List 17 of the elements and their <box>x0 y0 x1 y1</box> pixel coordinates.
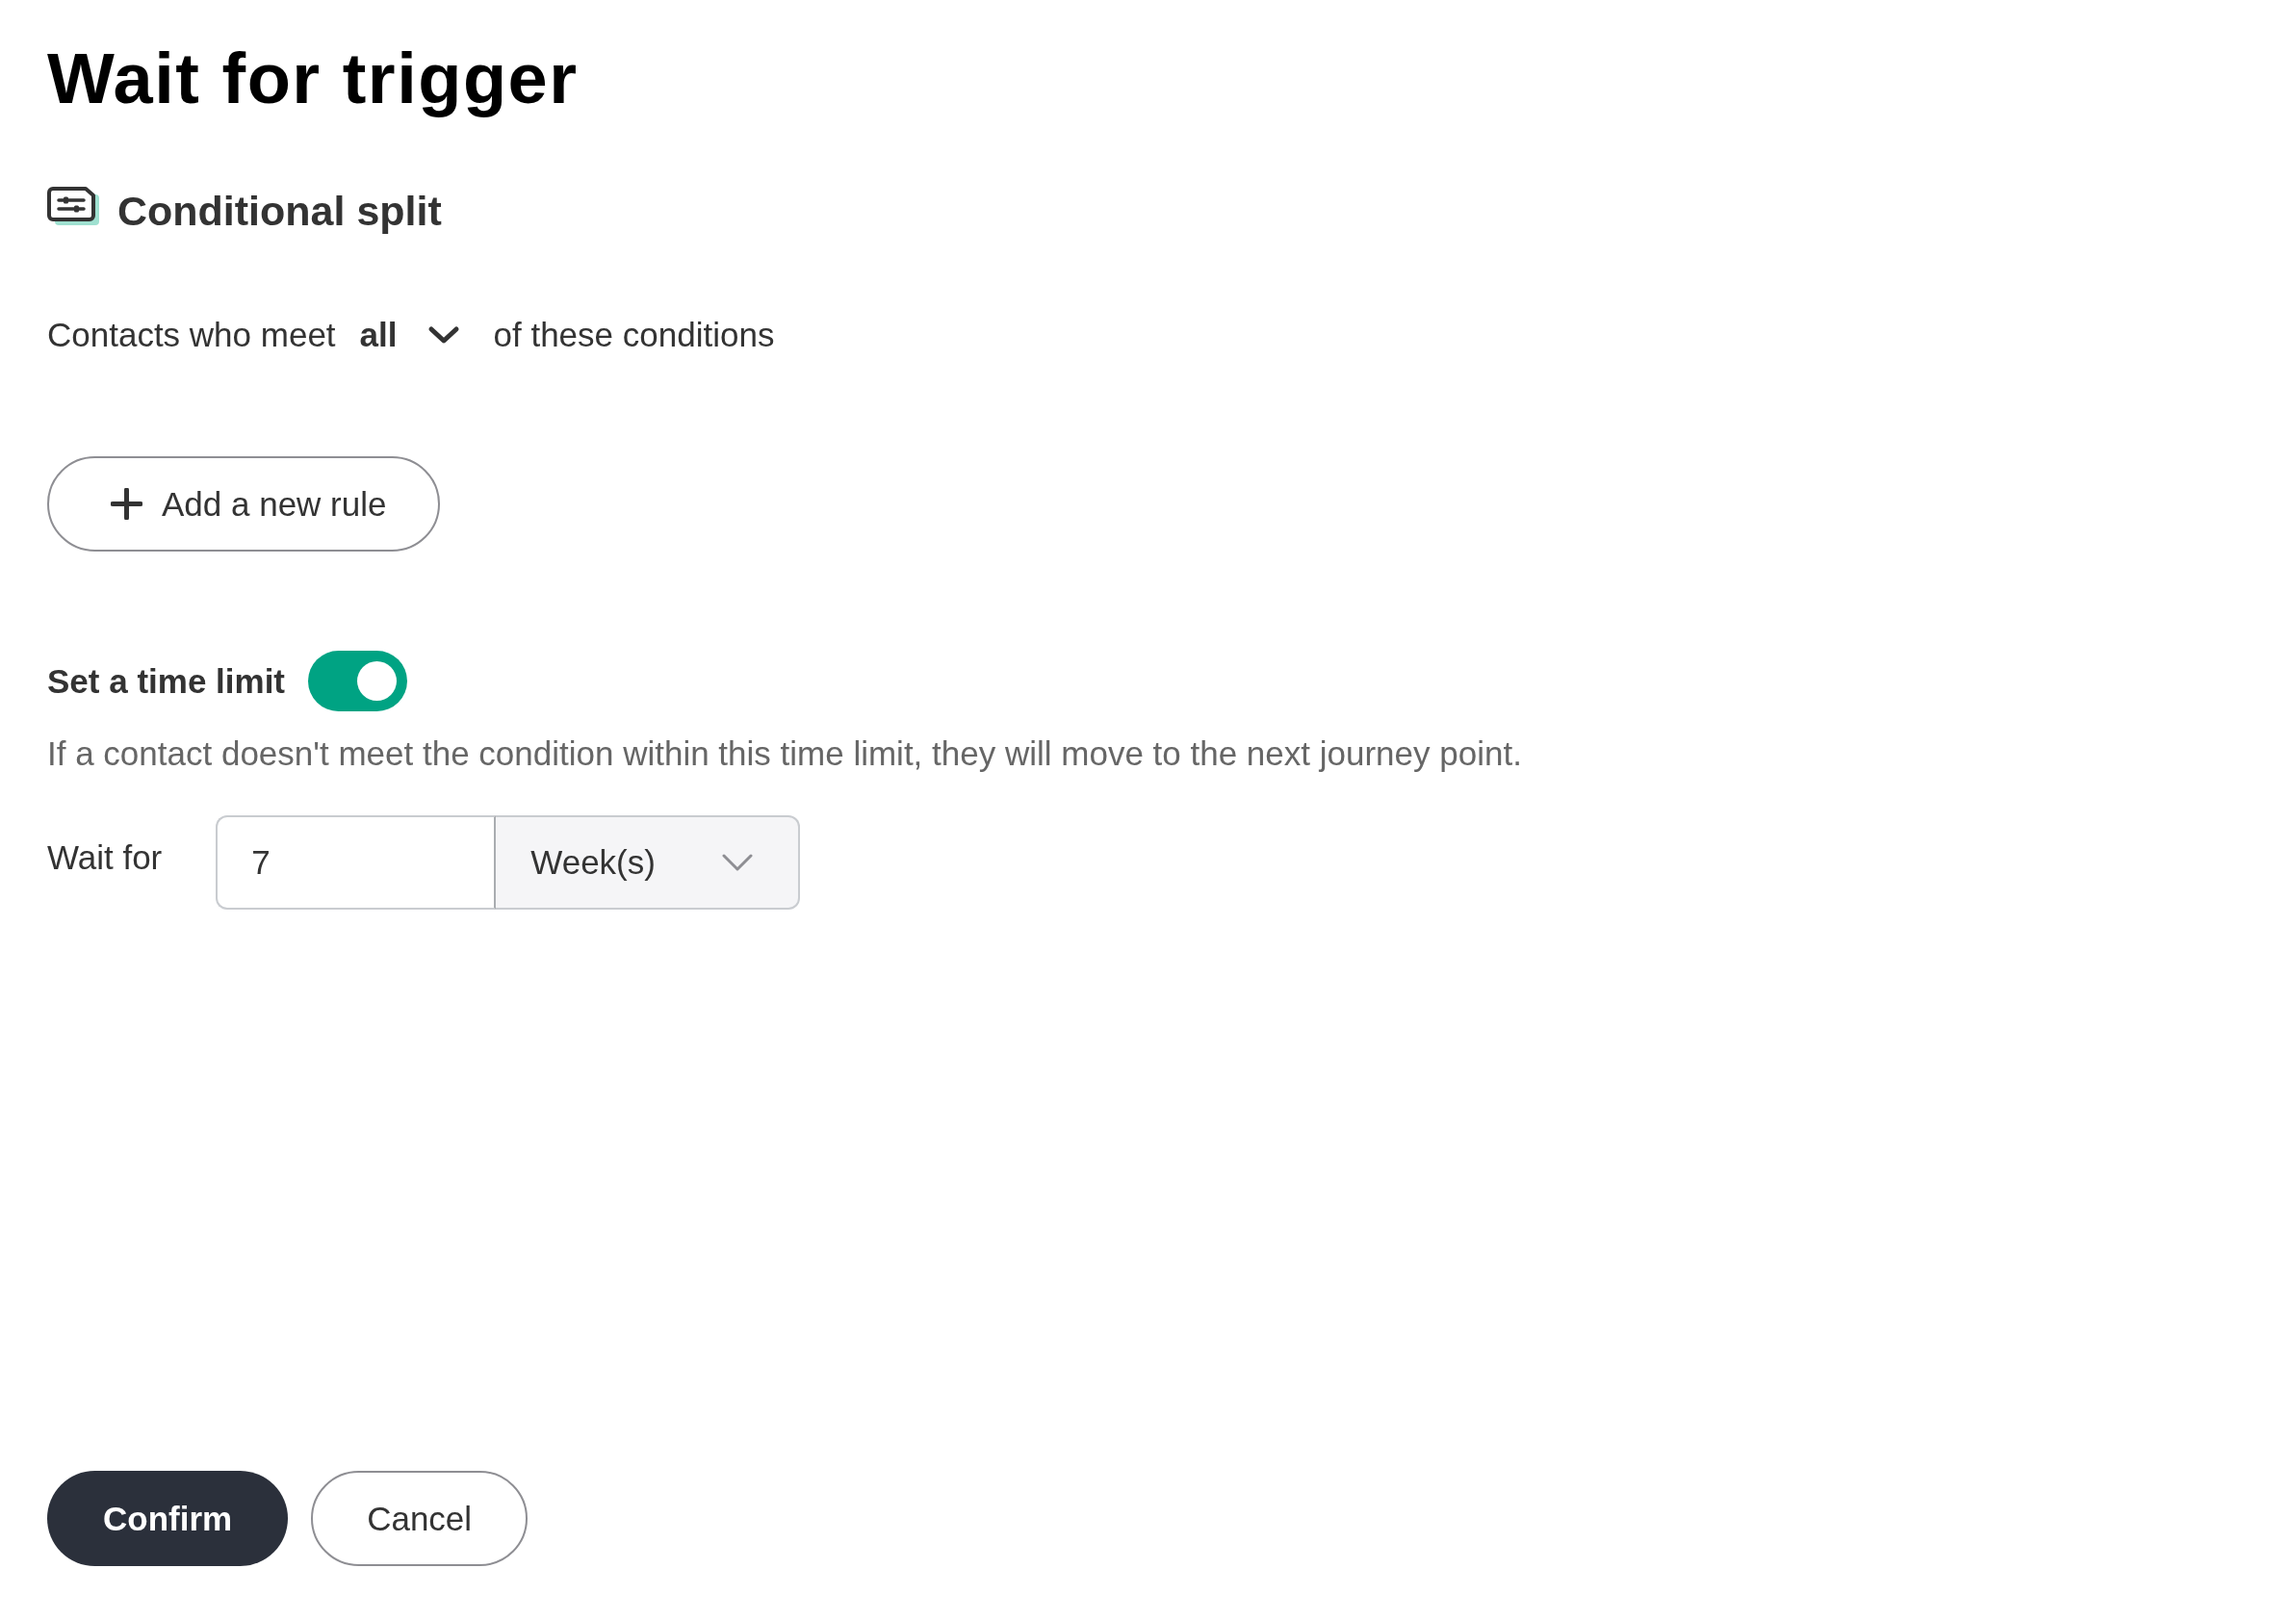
confirm-button[interactable]: Confirm <box>47 1471 289 1566</box>
time-limit-description: If a contact doesn't meet the condition within this time limit, they will move to the next journey point. <box>47 733 1522 774</box>
amount-input[interactable]: 7 <box>216 815 497 910</box>
match-suffix: of these conditions <box>493 315 775 355</box>
match-prefix: Contacts who meet <box>47 315 336 355</box>
plus-icon <box>111 488 142 520</box>
unit-select[interactable]: Week(s) <box>496 815 801 910</box>
chevron-down-icon <box>426 325 460 345</box>
page-title: Wait for trigger <box>47 39 579 119</box>
time-limit-label: Set a time limit <box>47 660 286 702</box>
cancel-button[interactable]: Cancel <box>311 1471 529 1566</box>
step-heading: Conditional split <box>117 187 442 236</box>
add-rule-button[interactable]: Add a new rule <box>47 456 441 552</box>
wait-for-label: Wait for <box>47 837 163 878</box>
sliders-card-icon <box>47 187 99 225</box>
chevron-down-icon <box>722 854 754 871</box>
match-dropdown[interactable]: all <box>359 314 460 356</box>
